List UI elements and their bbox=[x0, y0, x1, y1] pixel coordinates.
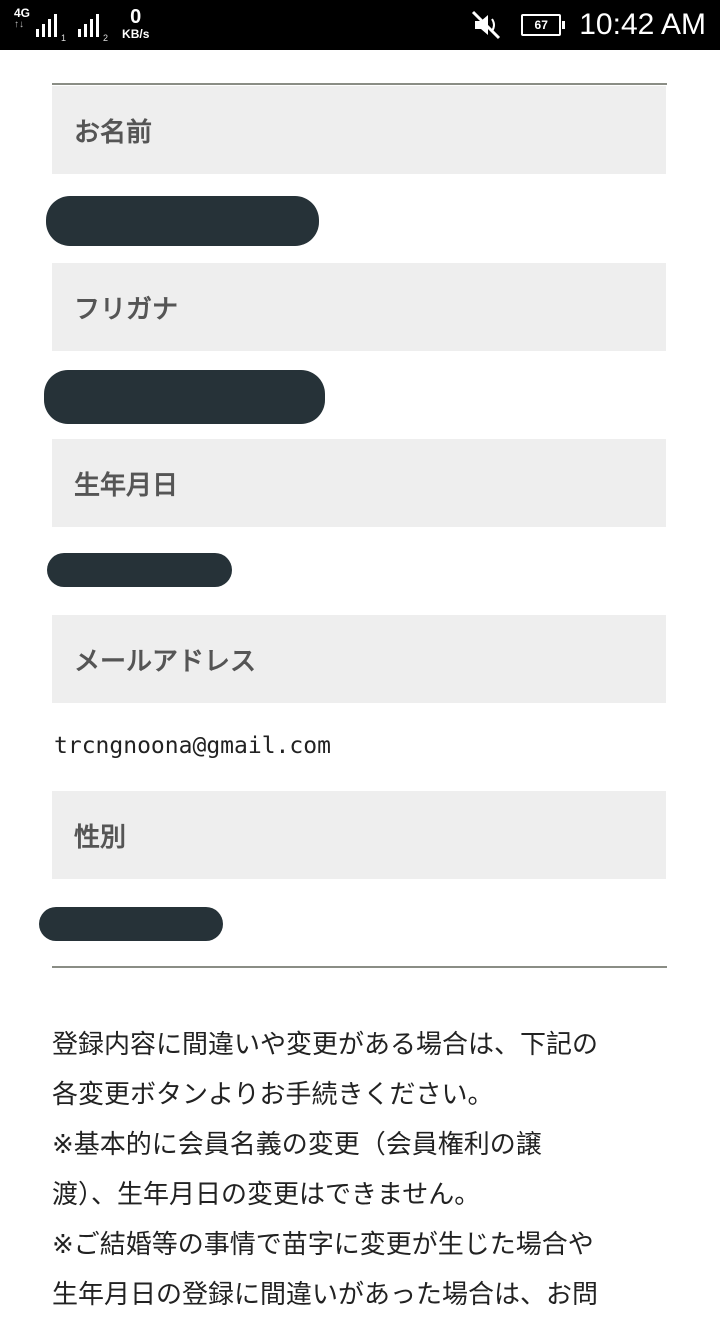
name-value-redacted bbox=[46, 196, 319, 246]
gender-value-redacted bbox=[39, 907, 223, 941]
bottom-divider bbox=[52, 966, 667, 968]
furigana-value-redacted bbox=[44, 370, 325, 424]
email-label: メールアドレス bbox=[52, 615, 666, 703]
mute-icon bbox=[472, 10, 501, 40]
notice-line: 登録内容に間違いや変更がある場合は、下記の bbox=[52, 1030, 599, 1060]
name-label: お名前 bbox=[52, 86, 666, 174]
gender-label: 性別 bbox=[52, 791, 666, 879]
signal-strength-icon-sim2 bbox=[78, 11, 100, 37]
change-notice: 登録内容に間違いや変更がある場合は、下記の 各変更ボタンよりお手続きください。 … bbox=[52, 1020, 672, 1320]
signal-strength-icon-sim1 bbox=[36, 11, 58, 37]
email-value: trcngnoona@gmail.com bbox=[54, 733, 331, 759]
data-speed: 0 KB/s bbox=[122, 7, 149, 41]
notice-line: ※ご結婚等の事情で苗字に変更が生じた場合や bbox=[52, 1230, 594, 1260]
notice-line: 渡）、生年月日の変更はできません。 bbox=[52, 1180, 481, 1210]
sim1-label: 1 bbox=[61, 33, 67, 43]
data-speed-unit: KB/s bbox=[122, 27, 150, 41]
notice-line: ※基本的に会員名義の変更（会員権利の譲 bbox=[52, 1130, 542, 1160]
network-activity-icon: ↑↓ bbox=[14, 19, 24, 30]
status-bar: 4G ↑↓ 1 2 0 KB/s 67 10:42 AM bbox=[0, 0, 720, 50]
status-right: 67 10:42 AM bbox=[469, 0, 706, 50]
birthdate-value-redacted bbox=[47, 553, 232, 587]
birthdate-label: 生年月日 bbox=[52, 439, 666, 527]
notice-line: 各変更ボタンよりお手続きください。 bbox=[52, 1080, 494, 1110]
sim2-label: 2 bbox=[103, 33, 109, 43]
network-type: 4G bbox=[14, 6, 31, 20]
notice-line: 生年月日の登録に間違いがあった場合は、お問 bbox=[52, 1280, 599, 1310]
clock: 10:42 AM bbox=[579, 8, 706, 41]
data-speed-value: 0 bbox=[130, 6, 142, 28]
status-left: 4G ↑↓ 1 2 0 KB/s bbox=[14, 7, 149, 45]
battery-icon: 67 bbox=[521, 14, 566, 36]
network-indicator: 4G ↑↓ bbox=[14, 7, 30, 31]
top-divider bbox=[52, 83, 667, 85]
furigana-label: フリガナ bbox=[52, 263, 666, 351]
